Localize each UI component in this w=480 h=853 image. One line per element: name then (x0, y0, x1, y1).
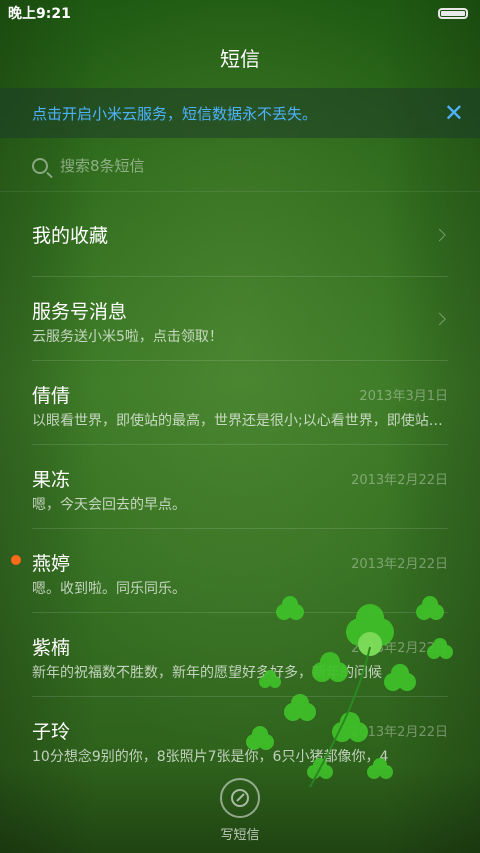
compose-button[interactable] (220, 778, 260, 818)
search-bar[interactable]: 搜索8条短信 (0, 140, 480, 192)
list-item-preview: 新年的祝福数不胜数，新年的愿望好多好多，新年的问候 (32, 665, 382, 681)
list-item-date: 2013年2月22日 (351, 725, 448, 740)
list-item-date: 2013年3月1日 (359, 389, 448, 404)
compose-label[interactable]: 写短信 (220, 824, 259, 843)
list-item[interactable]: 燕婷 2013年2月22日 嗯。收到啦。同乐同乐。 (11, 529, 448, 613)
list-item[interactable]: 紫楠 2013年2月22日 新年的祝福数不胜数，新年的愿望好多好多，新年的问候 (32, 613, 448, 697)
status-bar: 晚上9:21 (0, 0, 480, 26)
list-item-favorites[interactable]: 我的收藏 (32, 193, 448, 277)
list-item-name: 我的收藏 (32, 225, 109, 247)
search-icon (32, 157, 48, 174)
battery-icon (438, 7, 468, 19)
list-item-preview: 云服务送小米5啦，点击领取！ (32, 329, 223, 345)
list-item-name: 子玲 (32, 721, 71, 743)
banner-text[interactable]: 点击开启小米云服务，短信数据永不丢失。 (32, 103, 317, 124)
list-item-date: 2013年2月22日 (351, 473, 448, 488)
chevron-right-icon (433, 228, 446, 241)
list-item-name: 燕婷 (32, 553, 71, 575)
status-time: 晚上9:21 (8, 6, 71, 22)
list-item-preview: 10分想念9别的你，8张照片7张是你，6只小猪都像你，4 (32, 749, 389, 765)
list-item-date: 2013年2月22日 (351, 557, 448, 572)
unread-indicator (11, 555, 21, 565)
title-bar: 短信 (0, 26, 480, 88)
list-item-service[interactable]: 服务号消息 云服务送小米5啦，点击领取！ (32, 277, 448, 361)
bottom-bar: 写短信 (0, 765, 480, 853)
list-item-name: 紫楠 (32, 637, 71, 659)
list-item-preview: 嗯。收到啦。同乐同乐。 (32, 581, 186, 597)
list-item-name: 果冻 (32, 469, 71, 491)
list-item-name: 服务号消息 (32, 301, 128, 323)
chevron-right-icon (433, 312, 446, 325)
list-item-preview: 嗯，今天会回去的早点。 (32, 497, 186, 513)
close-icon[interactable]: ✕ (444, 101, 464, 125)
list-item-preview: 以眼看世界，即使站的最高，世界还是很小;以心看世界，即使站的最低，世界也是很大。 (32, 413, 444, 429)
list-item-date: 2013年2月22日 (351, 641, 448, 656)
conversation-list: 我的收藏 服务号消息 云服务送小米5啦，点击领取！ 倩倩 2013年3月1日 以… (0, 193, 480, 781)
list-item-name: 倩倩 (32, 385, 71, 407)
list-item[interactable]: 果冻 2013年2月22日 嗯，今天会回去的早点。 (32, 445, 448, 529)
page-title: 短信 (220, 46, 260, 71)
search-input[interactable]: 搜索8条短信 (60, 155, 145, 176)
list-item[interactable]: 倩倩 2013年3月1日 以眼看世界，即使站的最高，世界还是很小;以心看世界，即… (32, 361, 448, 445)
compose-icon (231, 789, 249, 807)
cloud-service-banner[interactable]: 点击开启小米云服务，短信数据永不丢失。 ✕ (0, 88, 480, 138)
